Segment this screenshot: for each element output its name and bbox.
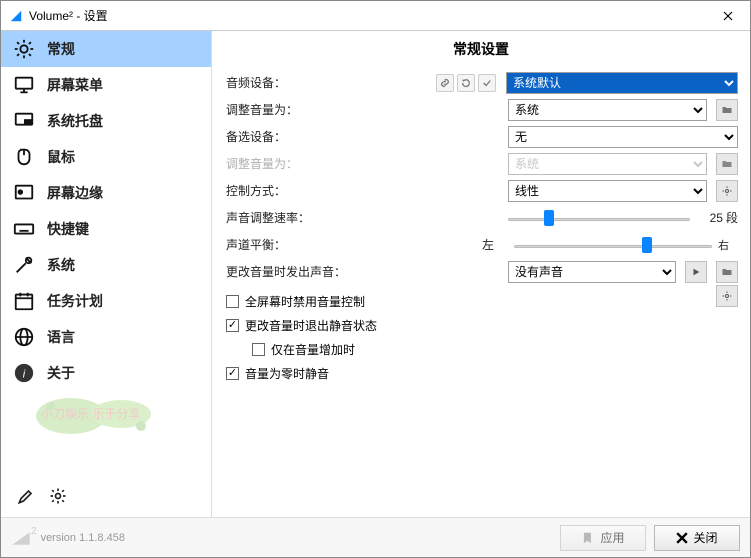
audio-device-select[interactable]: 系统默认 bbox=[506, 72, 738, 94]
play-icon[interactable] bbox=[685, 261, 707, 283]
titlebar: Volume² - 设置 bbox=[1, 1, 750, 31]
sidebar-item-schedule[interactable]: 任务计划 bbox=[1, 283, 211, 319]
balance-label: 声道平衡： bbox=[226, 236, 430, 253]
monitor-icon bbox=[13, 74, 35, 96]
checkbox-zero-mute[interactable] bbox=[226, 367, 239, 380]
gear-icon[interactable] bbox=[716, 180, 738, 202]
folder-icon[interactable] bbox=[716, 99, 738, 121]
speed-value: 25 bbox=[710, 211, 723, 225]
folder-icon[interactable] bbox=[716, 261, 738, 283]
sidebar-item-edges[interactable]: 屏幕边缘 bbox=[1, 175, 211, 211]
window-title: Volume² - 设置 bbox=[29, 7, 705, 24]
sound-on-change-label: 更改音量时发出声音： bbox=[226, 263, 430, 280]
adjust-volume-label: 调整音量为： bbox=[226, 101, 430, 118]
refresh-icon[interactable] bbox=[457, 74, 475, 92]
tray-icon bbox=[13, 110, 35, 132]
sidebar-item-label: 屏幕边缘 bbox=[47, 183, 103, 203]
adjust-volume2-select: 系统 bbox=[508, 153, 707, 175]
sidebar-item-label: 鼠标 bbox=[47, 147, 75, 167]
version-icon bbox=[11, 531, 31, 545]
tools-icon bbox=[13, 254, 35, 276]
alt-device-label: 备选设备： bbox=[226, 128, 430, 145]
mouse-icon bbox=[13, 146, 35, 168]
content: 常规设置 音频设备： 系统默认 调整音量为： 系统 备选设备： bbox=[212, 31, 750, 517]
sound-on-change-select[interactable]: 没有声音 bbox=[508, 261, 676, 283]
control-method-select[interactable]: 线性 bbox=[508, 180, 707, 202]
sidebar-item-label: 关于 bbox=[47, 363, 75, 383]
balance-left-label: 左 bbox=[482, 236, 508, 253]
keyboard-icon bbox=[13, 218, 35, 240]
balance-slider[interactable] bbox=[514, 235, 712, 255]
sidebar-item-mouse[interactable]: 鼠标 bbox=[1, 139, 211, 175]
gear-icon bbox=[13, 38, 35, 60]
sidebar-item-system[interactable]: 系统 bbox=[1, 247, 211, 283]
close-button[interactable] bbox=[705, 1, 750, 30]
checkbox-exit-mute[interactable] bbox=[226, 319, 239, 332]
sidebar-item-hotkeys[interactable]: 快捷键 bbox=[1, 211, 211, 247]
apply-button[interactable]: 应用 bbox=[560, 525, 646, 551]
version-text: version 1.1.8.458 bbox=[41, 532, 125, 544]
brush-tool-button[interactable] bbox=[13, 483, 39, 509]
sidebar-item-label: 语言 bbox=[47, 327, 75, 347]
app-icon bbox=[9, 9, 23, 23]
checkbox-zero-mute-label: 音量为零时静音 bbox=[245, 365, 329, 382]
sidebar-item-label: 系统 bbox=[47, 255, 75, 275]
checkbox-only-increase-label: 仅在音量增加时 bbox=[271, 341, 355, 358]
gear-tool-button[interactable] bbox=[45, 483, 71, 509]
sidebar-item-label: 屏幕菜单 bbox=[47, 75, 103, 95]
speed-slider[interactable] bbox=[508, 208, 690, 228]
sidebar-item-label: 常规 bbox=[47, 39, 75, 59]
calendar-icon bbox=[13, 290, 35, 312]
gear-icon[interactable] bbox=[716, 285, 738, 307]
speed-label: 声音调整速率： bbox=[226, 209, 430, 226]
adjust-volume-select[interactable]: 系统 bbox=[508, 99, 707, 121]
sidebar-item-tray[interactable]: 系统托盘 bbox=[1, 103, 211, 139]
checkbox-exit-mute-label: 更改音量时退出静音状态 bbox=[245, 317, 377, 334]
sidebar-item-about[interactable]: i 关于 bbox=[1, 355, 211, 391]
sidebar-item-language[interactable]: 语言 bbox=[1, 319, 211, 355]
control-method-label: 控制方式： bbox=[226, 182, 430, 199]
content-header: 常规设置 bbox=[212, 31, 750, 65]
checkbox-only-increase[interactable] bbox=[252, 343, 265, 356]
balance-right-label: 右 bbox=[718, 237, 738, 253]
edge-icon bbox=[13, 182, 35, 204]
footer-tools bbox=[13, 483, 71, 509]
alt-device-select[interactable]: 无 bbox=[508, 126, 738, 148]
sidebar-item-general[interactable]: 常规 bbox=[1, 31, 211, 67]
info-icon: i bbox=[13, 362, 35, 384]
speed-unit: 段 bbox=[726, 211, 738, 225]
audio-device-label: 音频设备： bbox=[226, 74, 430, 91]
adjust-volume2-label: 调整音量为： bbox=[226, 155, 430, 172]
close-button-footer[interactable]: 关闭 bbox=[654, 525, 740, 551]
globe-icon bbox=[13, 326, 35, 348]
sidebar-item-osd[interactable]: 屏幕菜单 bbox=[1, 67, 211, 103]
sidebar: 常规 屏幕菜单 系统托盘 鼠标 屏幕边缘 快捷键 bbox=[1, 31, 212, 517]
sidebar-item-label: 快捷键 bbox=[47, 219, 89, 239]
check-icon[interactable] bbox=[478, 74, 496, 92]
bottombar: 2 version 1.1.8.458 应用 关闭 bbox=[1, 517, 750, 557]
link-icon[interactable] bbox=[436, 74, 454, 92]
sidebar-item-label: 系统托盘 bbox=[47, 111, 103, 131]
checkbox-fullscreen[interactable] bbox=[226, 295, 239, 308]
sidebar-item-label: 任务计划 bbox=[47, 291, 103, 311]
folder-icon[interactable] bbox=[716, 153, 738, 175]
checkbox-fullscreen-label: 全屏幕时禁用音量控制 bbox=[245, 293, 365, 310]
